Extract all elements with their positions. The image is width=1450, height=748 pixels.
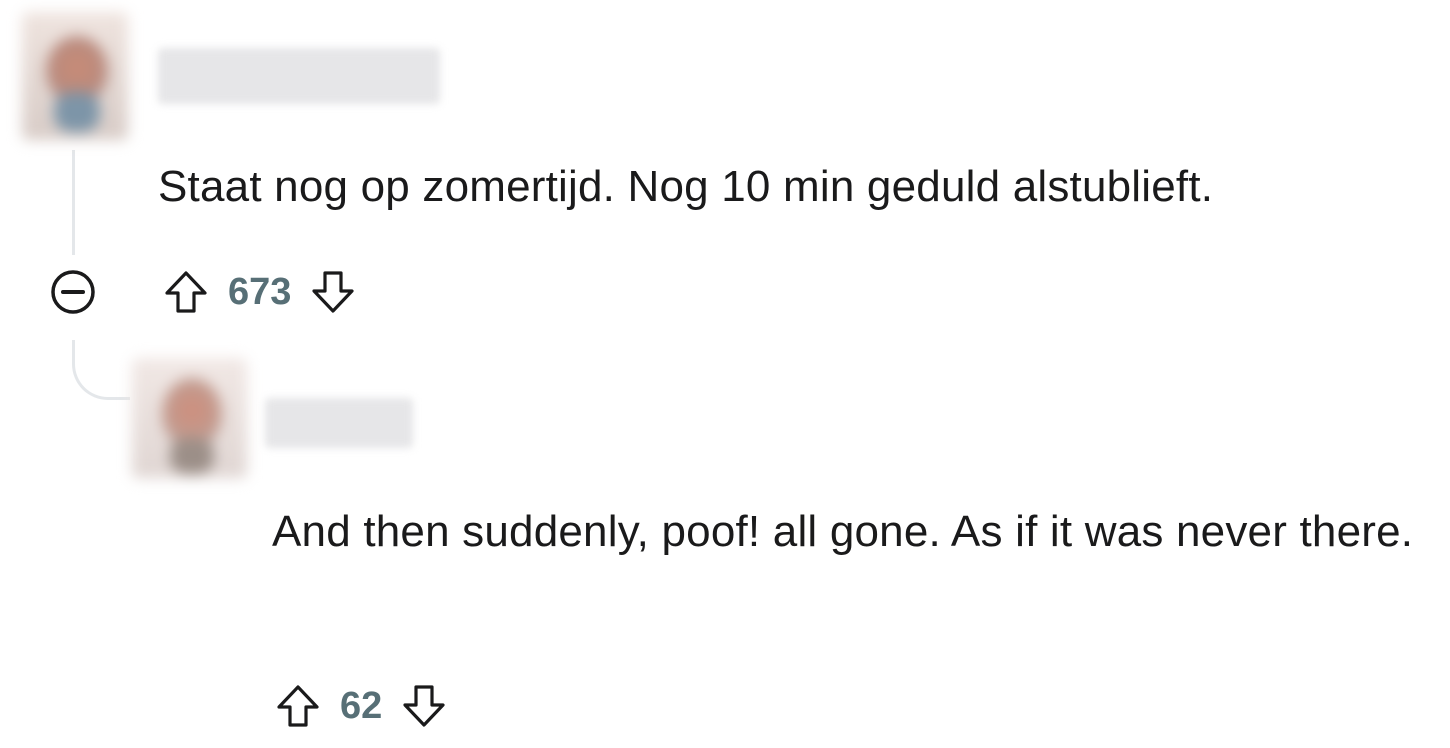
- comment-actions: 673: [158, 262, 361, 322]
- downvote-button[interactable]: [396, 678, 452, 734]
- avatar[interactable]: [132, 358, 247, 478]
- comment-thread: redacted-user-1 Staat nog op zomertijd. …: [0, 0, 1450, 748]
- comment-body: And then suddenly, poof! all gone. As if…: [272, 507, 1414, 556]
- vote-score: 673: [228, 270, 292, 313]
- upvote-button[interactable]: [270, 678, 326, 734]
- avatar[interactable]: [22, 12, 128, 140]
- upvote-button[interactable]: [158, 264, 214, 320]
- thread-line[interactable]: [72, 150, 75, 255]
- thread-reply-connector: [72, 340, 130, 400]
- downvote-arrow-icon: [403, 685, 445, 727]
- comment-body: Staat nog op zomertijd. Nog 10 min gedul…: [158, 162, 1214, 211]
- downvote-arrow-icon: [312, 271, 355, 313]
- username[interactable]: redacted-user-1: [158, 48, 440, 104]
- username[interactable]: redacted-user-2: [265, 398, 413, 448]
- upvote-arrow-icon: [165, 271, 207, 313]
- collapse-button[interactable]: [48, 267, 98, 317]
- comment-actions: 62: [270, 676, 452, 736]
- downvote-button[interactable]: [305, 264, 361, 320]
- vote-score: 62: [340, 684, 383, 727]
- collapse-minus-icon: [51, 270, 95, 314]
- upvote-arrow-icon: [277, 685, 319, 727]
